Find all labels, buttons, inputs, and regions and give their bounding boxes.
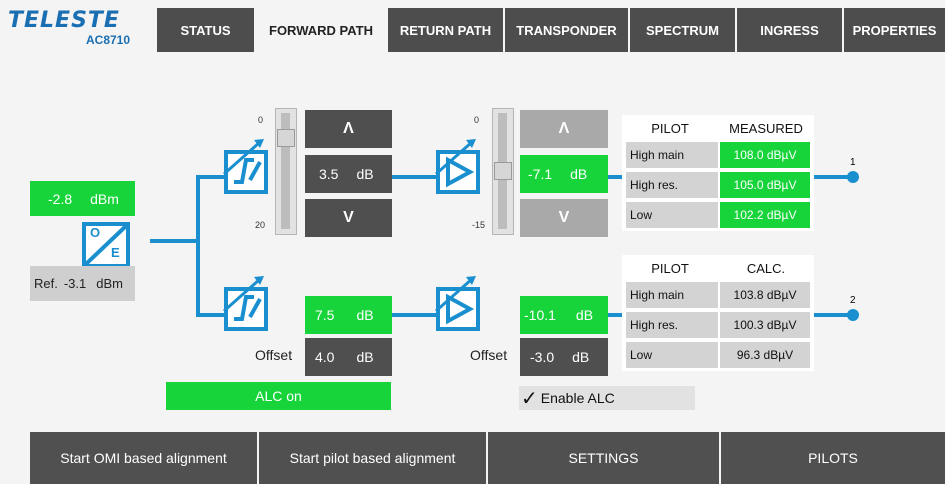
tab-spectrum[interactable]: SPECTRUM xyxy=(630,8,735,52)
gain-slider[interactable] xyxy=(492,108,514,235)
equalizer-value: 7.5 dB xyxy=(305,296,392,334)
attenuation-value: 3.5 dB xyxy=(305,155,392,193)
output-port-2 xyxy=(847,309,859,321)
gain-up-button[interactable]: Λ xyxy=(520,110,608,148)
equalizer-icon xyxy=(220,138,282,194)
ref-value: -3.1 xyxy=(63,276,87,291)
attenuation-up-button[interactable]: Λ xyxy=(305,110,392,148)
column-header: CALC. xyxy=(746,260,786,276)
pilot-measured-value: 102.2 dBµV xyxy=(720,202,810,228)
output-port-1 xyxy=(847,171,859,183)
pilot-measured-value: 108.0 dBµV xyxy=(720,142,810,168)
column-header: MEASURED xyxy=(729,120,803,136)
offset-label: Offset xyxy=(470,347,508,363)
slider2-min-label: -15 xyxy=(472,220,486,230)
tab-properties[interactable]: PROPERTIES xyxy=(844,8,945,52)
input-level-display: -2.8 dBm xyxy=(30,181,135,216)
start-omi-alignment-button[interactable]: Start OMI based alignment xyxy=(30,432,257,484)
checkmark-icon: ✓ xyxy=(521,387,538,410)
pilot-name: High res. xyxy=(626,312,718,338)
pilot-measured-value: 105.0 dBµV xyxy=(720,172,810,198)
optical-electrical-converter-icon: O E xyxy=(82,222,150,268)
amplifier-icon xyxy=(432,275,494,331)
tab-status[interactable]: STATUS xyxy=(157,8,254,52)
slider-handle[interactable] xyxy=(277,129,295,147)
oe-o-label: O xyxy=(90,225,101,240)
column-header: PILOT xyxy=(651,120,689,136)
port-1-label: 1 xyxy=(850,157,856,168)
tab-ingress[interactable]: INGRESS xyxy=(737,8,842,52)
tab-transponder[interactable]: TRANSPONDER xyxy=(505,8,628,52)
signal-line xyxy=(196,175,200,315)
signal-line xyxy=(150,239,198,243)
slider2-max-label: 0 xyxy=(474,115,480,125)
slider1-min-label: 20 xyxy=(255,220,266,230)
amplifier-offset-value[interactable]: -3.0 dB xyxy=(520,338,608,376)
ref-unit: dBm xyxy=(96,276,123,291)
gain-value: -7.1 dB xyxy=(520,155,608,193)
pilot-name: High main xyxy=(626,142,718,168)
tab-return-path[interactable]: RETURN PATH xyxy=(388,8,503,52)
pilot-name: High res. xyxy=(626,172,718,198)
slider1-max-label: 0 xyxy=(258,115,264,125)
offset-label: Offset xyxy=(255,347,293,363)
equalizer-icon xyxy=(220,275,282,331)
input-level-value: -2.8 xyxy=(48,190,73,207)
pilot-calc-value: 103.8 dBµV xyxy=(720,282,810,308)
pilot-measured-table: PILOT MEASURED High main 108.0 dBµV High… xyxy=(622,115,814,231)
pilot-name: Low xyxy=(626,342,718,368)
column-header: PILOT xyxy=(651,260,689,276)
pilots-button[interactable]: PILOTS xyxy=(721,432,945,484)
pilot-calc-value: 100.3 dBµV xyxy=(720,312,810,338)
enable-alc-checkbox[interactable]: ✓ Enable ALC xyxy=(519,386,695,410)
teleste-logo: TELESTE AC8710 xyxy=(8,6,148,50)
pilot-name: High main xyxy=(626,282,718,308)
amplifier-gain-value: -10.1 dB xyxy=(520,296,608,334)
start-pilot-alignment-button[interactable]: Start pilot based alignment xyxy=(259,432,486,484)
brand-name: TELESTE xyxy=(8,8,120,33)
alc-status: ALC on xyxy=(166,382,391,410)
amplifier-icon xyxy=(432,138,494,194)
tab-bar: TELESTE AC8710 STATUS FORWARD PATH RETUR… xyxy=(0,0,945,60)
reference-level: Ref. -3.1 dBm xyxy=(30,266,135,301)
oe-e-label: E xyxy=(111,245,120,260)
attenuation-down-button[interactable]: V xyxy=(305,199,392,237)
port-2-label: 2 xyxy=(850,295,856,306)
pilot-name: Low xyxy=(626,202,718,228)
settings-button[interactable]: SETTINGS xyxy=(488,432,719,484)
input-level-unit: dBm xyxy=(90,190,119,207)
pilot-calc-table: PILOT CALC. High main 103.8 dBµV High re… xyxy=(622,255,814,371)
ref-label: Ref. xyxy=(34,276,58,291)
tab-forward-path[interactable]: FORWARD PATH xyxy=(256,8,386,52)
pilot-calc-value: 96.3 dBµV xyxy=(720,342,810,368)
slider-handle[interactable] xyxy=(494,162,512,180)
equalizer-offset-value[interactable]: 4.0 dB xyxy=(305,338,392,376)
gain-down-button[interactable]: V xyxy=(520,199,608,237)
brand-model: AC8710 xyxy=(86,33,131,47)
attenuator-slider[interactable] xyxy=(275,108,297,235)
enable-alc-label: Enable ALC xyxy=(540,390,615,406)
